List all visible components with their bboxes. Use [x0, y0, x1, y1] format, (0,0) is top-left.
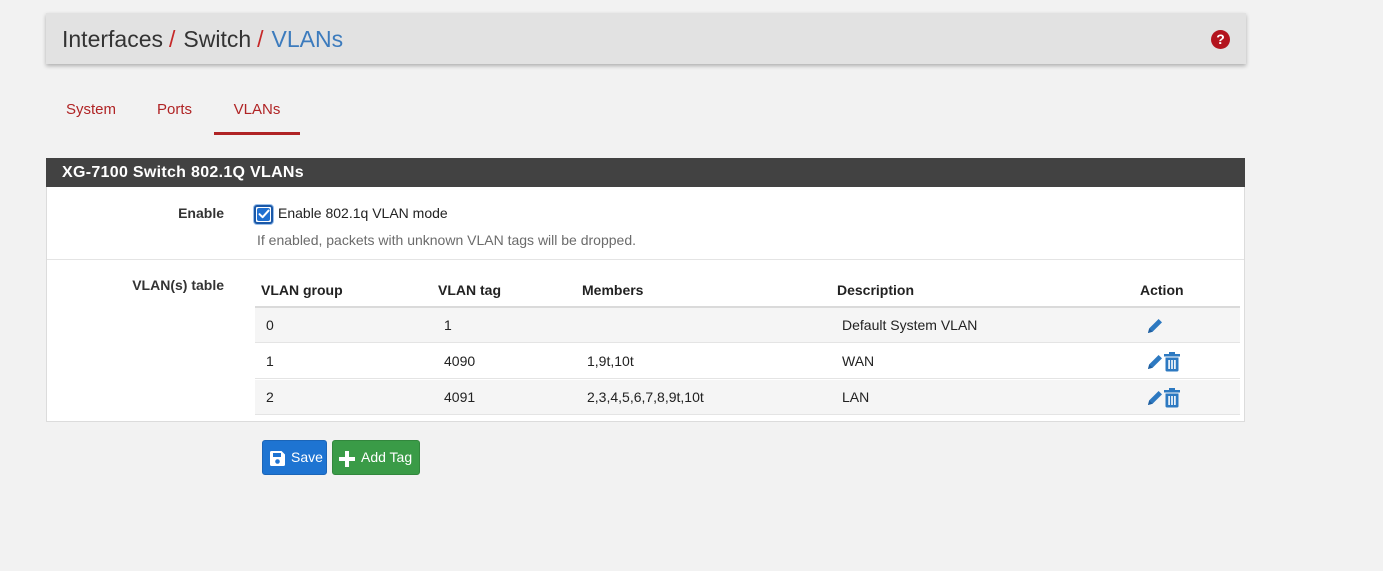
save-button-label: Save: [291, 449, 323, 465]
enable-label: Enable: [178, 205, 224, 221]
breadcrumb-vlans[interactable]: VLANs: [272, 26, 344, 52]
cell-description: LAN: [842, 389, 870, 405]
trash-icon[interactable]: [1163, 388, 1181, 408]
cell-vlan-tag: 4091: [444, 389, 476, 405]
breadcrumb-bar: Interfaces / Switch / VLANs ?: [46, 13, 1246, 64]
pencil-icon[interactable]: [1145, 388, 1165, 408]
tab-label: Ports: [157, 101, 193, 118]
tab-label: System: [66, 101, 117, 118]
cell-members: 2,3,4,5,6,7,8,9t,10t: [587, 389, 704, 405]
plus-icon: [339, 451, 355, 467]
column-header-description: Description: [837, 282, 915, 298]
enable-help-text: If enabled, packets with unknown VLAN ta…: [257, 232, 637, 248]
tab-ports[interactable]: Ports: [157, 101, 202, 135]
trash-icon[interactable]: [1163, 352, 1181, 372]
add-tag-button-label: Add Tag: [361, 449, 413, 465]
breadcrumb-switch[interactable]: Switch: [183, 26, 251, 52]
tab-vlans[interactable]: VLANs: [214, 101, 300, 135]
pencil-icon[interactable]: [1145, 352, 1165, 372]
cell-vlan-tag: 1: [444, 317, 452, 333]
breadcrumb-interfaces[interactable]: Interfaces: [62, 26, 163, 52]
cell-vlan-group: 2: [266, 389, 274, 405]
tab-system[interactable]: System: [66, 101, 126, 135]
cell-vlan-group: 0: [266, 317, 274, 333]
pencil-icon[interactable]: [1145, 316, 1165, 336]
cell-members: 1,9t,10t: [587, 353, 634, 369]
tab-label: VLANs: [233, 101, 281, 118]
breadcrumb: Interfaces / Switch / VLANs: [62, 25, 343, 53]
save-icon: [270, 451, 285, 466]
column-header-vlan-group: VLAN group: [261, 282, 343, 298]
cell-vlan-tag: 4090: [444, 353, 476, 369]
save-button[interactable]: Save: [262, 440, 327, 475]
cell-description: Default System VLAN: [842, 317, 978, 333]
breadcrumb-separator: /: [257, 26, 264, 52]
breadcrumb-separator: /: [169, 26, 176, 52]
panel-title: XG-7100 Switch 802.1Q VLANs: [46, 158, 1245, 187]
column-header-vlan-tag: VLAN tag: [438, 282, 501, 298]
question-circle-icon[interactable]: ?: [1211, 30, 1230, 49]
cell-vlan-group: 1: [266, 353, 274, 369]
add-tag-button[interactable]: Add Tag: [332, 440, 420, 475]
cell-description: WAN: [842, 353, 875, 369]
row-divider: [47, 259, 1244, 260]
enable-vlan-label[interactable]: Enable 802.1q VLAN mode: [278, 205, 448, 221]
table-row: 1 4090 1,9t,10t WAN: [255, 344, 1240, 379]
checkmark-icon: [258, 209, 270, 219]
table-row: 0 1 Default System VLAN: [255, 308, 1240, 343]
column-header-action: Action: [1140, 282, 1184, 298]
column-header-members: Members: [582, 282, 644, 298]
table-row: 2 4091 2,3,4,5,6,7,8,9t,10t LAN: [255, 380, 1240, 415]
vlan-table-label: VLAN(s) table: [132, 277, 224, 293]
